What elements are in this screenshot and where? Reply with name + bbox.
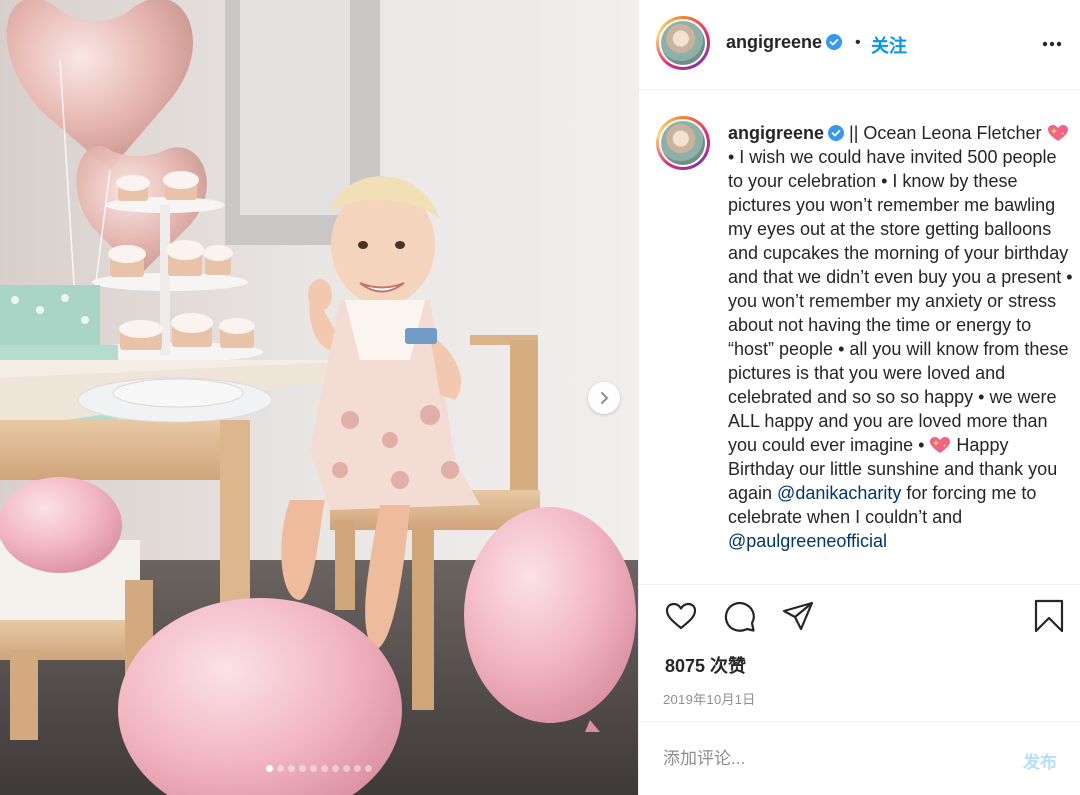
carousel-dot	[332, 765, 339, 772]
carousel-dot	[288, 765, 295, 772]
follow-button[interactable]: 关注	[871, 32, 907, 58]
caption-text: angigreene || Ocean Leona Fletcher • I w…	[728, 121, 1073, 553]
more-options-icon	[1042, 41, 1062, 47]
header-username[interactable]: angigreene	[726, 32, 843, 53]
caption-username[interactable]: angigreene	[728, 123, 824, 143]
more-options-button[interactable]	[1039, 34, 1065, 54]
photo-illustration	[0, 0, 638, 795]
post-date[interactable]: 2019年10月1日	[663, 689, 756, 708]
post-photo[interactable]	[0, 0, 638, 795]
caption-avatar[interactable]	[656, 116, 710, 170]
carousel-indicator	[0, 765, 638, 772]
caption-part-1: || Ocean Leona Fletcher	[844, 123, 1047, 143]
share-button[interactable]	[780, 598, 816, 634]
mention-link[interactable]: @paulgreeneofficial	[728, 531, 887, 551]
comment-input[interactable]	[663, 744, 1003, 774]
carousel-dot	[321, 765, 328, 772]
username-text[interactable]: angigreene	[726, 32, 822, 52]
carousel-dot	[266, 765, 273, 772]
like-count[interactable]: 8075 次赞	[665, 652, 746, 678]
next-photo-button[interactable]	[588, 382, 620, 414]
bookmark-icon	[1034, 599, 1064, 633]
chevron-right-icon	[601, 392, 609, 404]
comment-icon	[724, 601, 755, 632]
carousel-dot	[343, 765, 350, 772]
carousel-dot	[299, 765, 306, 772]
comment-bar: 发布	[639, 721, 1080, 795]
like-button[interactable]	[663, 598, 699, 634]
mention-link[interactable]: @danikacharity	[777, 483, 901, 503]
post-comment-button[interactable]: 发布	[1023, 748, 1057, 773]
carousel-dot	[310, 765, 317, 772]
avatar[interactable]	[656, 16, 710, 70]
carousel-dot	[354, 765, 361, 772]
caption-section: angigreene || Ocean Leona Fletcher • I w…	[639, 91, 1080, 585]
carousel-dot	[365, 765, 372, 772]
post-header: angigreene • 关注	[639, 0, 1080, 90]
verified-icon	[828, 125, 845, 141]
comment-button[interactable]	[722, 598, 758, 634]
heart-icon	[665, 602, 697, 630]
carousel-dot	[277, 765, 284, 772]
action-bar	[639, 598, 1080, 642]
sparkling-heart-emoji	[930, 437, 951, 453]
caption-part-2: • I wish we could have invited 500 peopl…	[728, 147, 1073, 455]
share-icon	[782, 601, 814, 631]
sparkling-heart-emoji	[1047, 125, 1068, 141]
bookmark-button[interactable]	[1031, 598, 1067, 634]
separator-dot: •	[855, 34, 861, 51]
verified-icon	[826, 34, 843, 50]
post-sidebar: angigreene • 关注 angigreene || Ocean Leon…	[638, 0, 1080, 795]
